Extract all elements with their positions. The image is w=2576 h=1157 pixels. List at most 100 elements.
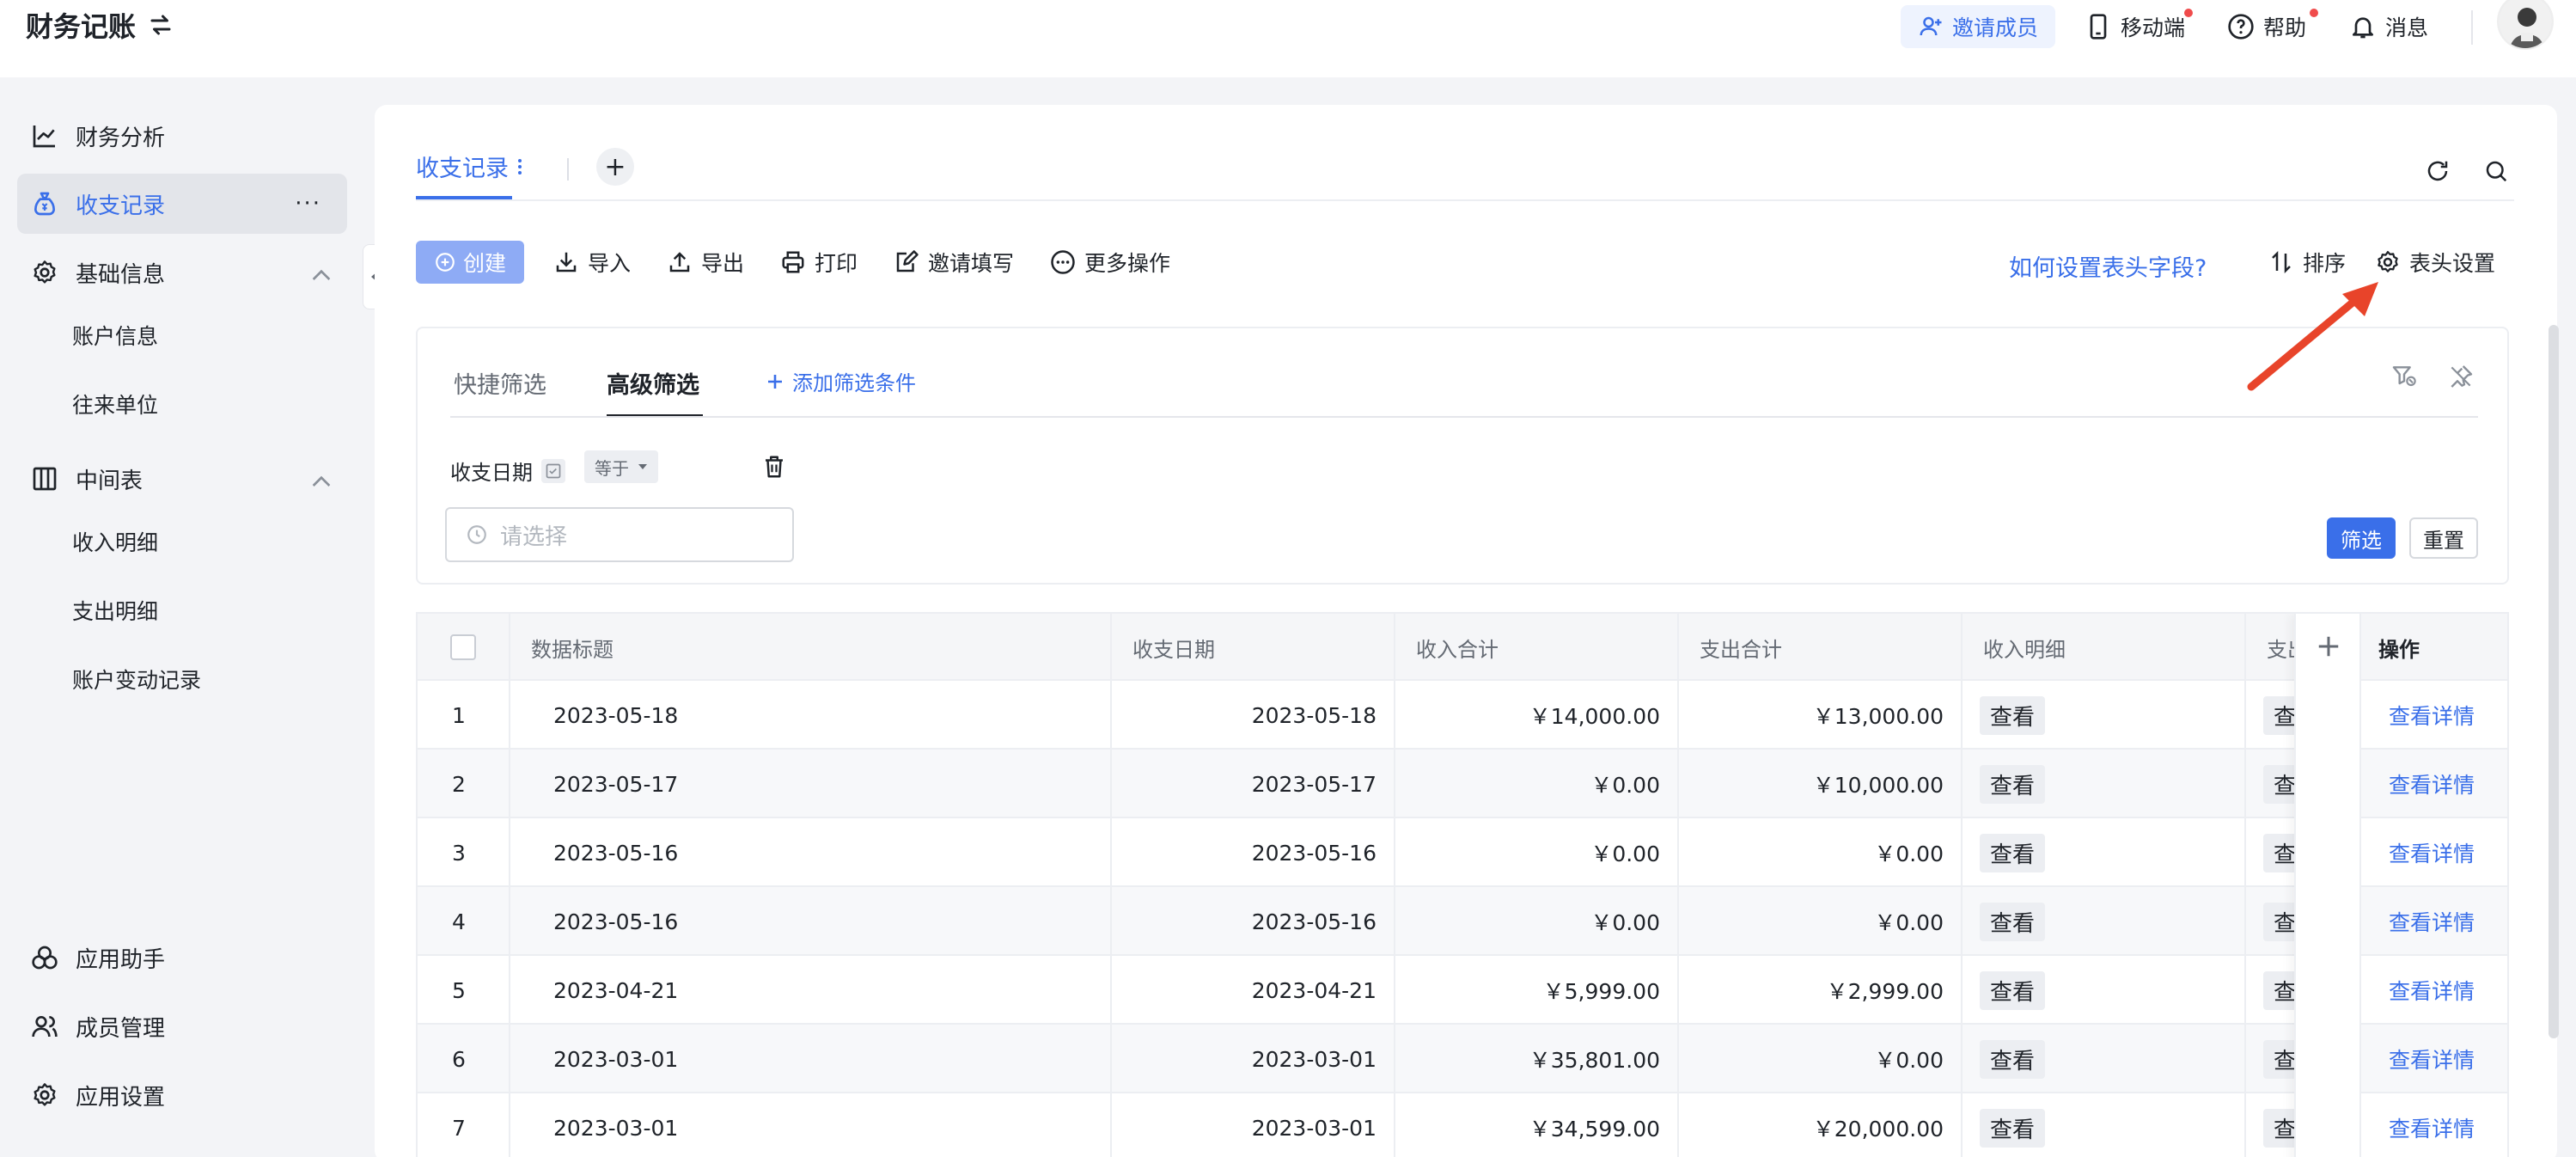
- column-header-expense-total[interactable]: 支出合计: [1700, 614, 1782, 681]
- sidebar-item-app-assistant[interactable]: 应用助手: [17, 927, 347, 988]
- view-details-link[interactable]: 查看详情: [2389, 837, 2475, 868]
- money-bag-icon: [31, 190, 76, 217]
- sidebar: 财务分析 收支记录 ··· 基础信息 账户信息 往来单位 中间表 收入明细 支出…: [0, 77, 369, 1157]
- header-settings-button[interactable]: 表头设置: [2375, 241, 2495, 284]
- pin-icon[interactable]: [2447, 363, 2475, 390]
- table-row[interactable]: 7 2023-03-01 2023-03-01 ￥34,599.00 ￥20,000.0…: [418, 1093, 2507, 1157]
- chevron-up-icon[interactable]: [308, 262, 331, 283]
- refresh-icon[interactable]: [2425, 158, 2451, 184]
- help-notification-dot: [2310, 9, 2318, 17]
- sort-label: 排序: [2303, 251, 2347, 276]
- view-income-detail-button[interactable]: 查看: [1980, 902, 2046, 941]
- row-number: 3: [452, 840, 466, 866]
- trash-icon[interactable]: [761, 454, 787, 480]
- column-header-income-total[interactable]: 收入合计: [1416, 614, 1499, 681]
- invite-members-button[interactable]: 邀请成员: [1901, 5, 2056, 48]
- help-button[interactable]: 帮助: [2227, 5, 2306, 48]
- view-income-detail-button[interactable]: 查看: [1980, 764, 2046, 804]
- condition-operator-select[interactable]: 等于: [584, 450, 658, 483]
- sidebar-item-app-settings[interactable]: 应用设置: [17, 1065, 347, 1125]
- sidebar-sub-expense-detail[interactable]: 支出明细: [72, 595, 158, 626]
- check-square-icon[interactable]: [541, 458, 565, 483]
- mobile-notification-dot: [2184, 9, 2193, 17]
- table-row[interactable]: 2 2023-05-17 2023-05-17 ￥0.00 ￥10,000.00 查看查: [418, 750, 2507, 818]
- reset-button[interactable]: 重置: [2409, 517, 2478, 559]
- chevron-up-icon[interactable]: [308, 468, 331, 489]
- view-details-link[interactable]: 查看详情: [2389, 906, 2475, 937]
- view-income-detail-button[interactable]: 查看: [1980, 695, 2046, 735]
- tab-quick-filter[interactable]: 快捷筛选: [454, 366, 546, 400]
- messages-button[interactable]: 消息: [2349, 5, 2428, 48]
- sidebar-item-basic-info[interactable]: 基础信息: [17, 242, 347, 303]
- plus-circle-icon: [434, 251, 456, 273]
- more-actions-button[interactable]: 更多操作: [1050, 241, 1170, 284]
- add-column-plus-icon[interactable]: [2313, 631, 2344, 662]
- mobile-button[interactable]: 移动端: [2085, 5, 2185, 48]
- column-header-income-detail[interactable]: 收入明细: [1983, 614, 2066, 681]
- row-title: 2023-04-21: [553, 977, 679, 1003]
- filter-button[interactable]: 筛选: [2327, 517, 2396, 559]
- view-details-link[interactable]: 查看详情: [2389, 700, 2475, 731]
- more-dots-icon[interactable]: ···: [295, 191, 321, 217]
- print-button[interactable]: 打印: [780, 241, 858, 284]
- table-row[interactable]: 4 2023-05-16 2023-05-16 ￥0.00 ￥0.00 查看查: [418, 887, 2507, 956]
- view-income-detail-button[interactable]: 查看: [1980, 970, 2046, 1010]
- sidebar-item-income-expense[interactable]: 收支记录 ···: [17, 174, 347, 234]
- sidebar-item-finance-analysis[interactable]: 财务分析: [17, 106, 347, 166]
- help-label: 帮助: [2263, 15, 2307, 40]
- row-number: 1: [452, 702, 466, 728]
- column-header-date[interactable]: 收支日期: [1132, 614, 1215, 681]
- view-details-link[interactable]: 查看详情: [2389, 768, 2475, 799]
- select-all-checkbox[interactable]: [450, 614, 476, 681]
- sidebar-sub-partners[interactable]: 往来单位: [72, 389, 158, 419]
- export-button[interactable]: 导出: [667, 241, 744, 284]
- table-row[interactable]: 1 2023-05-18 2023-05-18 ￥14,000.00 ￥13,000.0…: [418, 681, 2507, 750]
- view-details-link[interactable]: 查看详情: [2389, 975, 2475, 1006]
- clear-filter-icon[interactable]: [2390, 363, 2418, 390]
- view-details-link[interactable]: 查看详情: [2389, 1112, 2475, 1143]
- row-income-total: ￥0.00: [1590, 910, 1660, 935]
- table-row[interactable]: 3 2023-05-16 2023-05-16 ￥0.00 ￥0.00 查看查: [418, 818, 2507, 887]
- swap-icon[interactable]: [148, 12, 174, 38]
- annotation-arrow-icon: [2247, 282, 2378, 391]
- sidebar-item-middle-table[interactable]: 中间表: [17, 449, 347, 509]
- add-tab-button[interactable]: +: [596, 148, 634, 186]
- column-header-title[interactable]: 数据标题: [531, 614, 613, 681]
- row-expense-total: ￥0.00: [1874, 1048, 1944, 1073]
- assistant-icon: [31, 944, 76, 971]
- date-picker-input[interactable]: 请选择: [445, 507, 794, 562]
- row-title: 2023-05-18: [553, 702, 679, 728]
- sidebar-item-label: 财务分析: [76, 125, 166, 151]
- avatar[interactable]: [2497, 0, 2554, 50]
- filter-panel: 快捷筛选 高级筛选 添加筛选条件 收支日期 等于 请选择 筛选 重置: [416, 327, 2509, 585]
- upload-icon: [667, 249, 693, 275]
- operations-cell: 查看详情: [2361, 818, 2507, 887]
- view-details-link[interactable]: 查看详情: [2389, 1044, 2475, 1074]
- import-button[interactable]: 导入: [553, 241, 631, 284]
- header-settings-label: 表头设置: [2409, 251, 2496, 276]
- header-fields-help-link[interactable]: 如何设置表头字段?: [2009, 249, 2207, 283]
- tab-income-expense[interactable]: 收支记录: [416, 150, 522, 183]
- create-button[interactable]: 创建: [416, 241, 524, 284]
- column-divider: [1961, 614, 1963, 1157]
- sidebar-sub-account-info[interactable]: 账户信息: [72, 320, 158, 351]
- page-scrollbar[interactable]: [2549, 325, 2559, 1038]
- table-row[interactable]: 6 2023-03-01 2023-03-01 ￥35,801.00 ￥0.00 查看查: [418, 1025, 2507, 1093]
- search-icon[interactable]: [2483, 158, 2509, 184]
- sidebar-sub-account-changes[interactable]: 账户变动记录: [72, 664, 201, 695]
- view-income-detail-button[interactable]: 查看: [1980, 1108, 2046, 1148]
- tab-advanced-filter[interactable]: 高级筛选: [607, 366, 699, 400]
- sidebar-sub-income-detail[interactable]: 收入明细: [72, 526, 158, 557]
- view-income-detail-button[interactable]: 查看: [1980, 833, 2046, 872]
- invite-fill-button[interactable]: 邀请填写: [894, 241, 1014, 284]
- more-actions-label: 更多操作: [1084, 251, 1171, 276]
- add-filter-condition-button[interactable]: 添加筛选条件: [765, 366, 916, 396]
- more-circle-icon: [1050, 249, 1076, 275]
- vertical-dots-icon[interactable]: [517, 156, 522, 177]
- table-row[interactable]: 5 2023-04-21 2023-04-21 ￥5,999.00 ￥2,999.00 查…: [418, 956, 2507, 1025]
- column-divider: [1110, 614, 1112, 1157]
- column-header-operations: 操作: [2378, 637, 2420, 662]
- sidebar-item-member-management[interactable]: 成员管理: [17, 996, 347, 1056]
- sort-icon: [2268, 249, 2294, 275]
- view-income-detail-button[interactable]: 查看: [1980, 1039, 2046, 1079]
